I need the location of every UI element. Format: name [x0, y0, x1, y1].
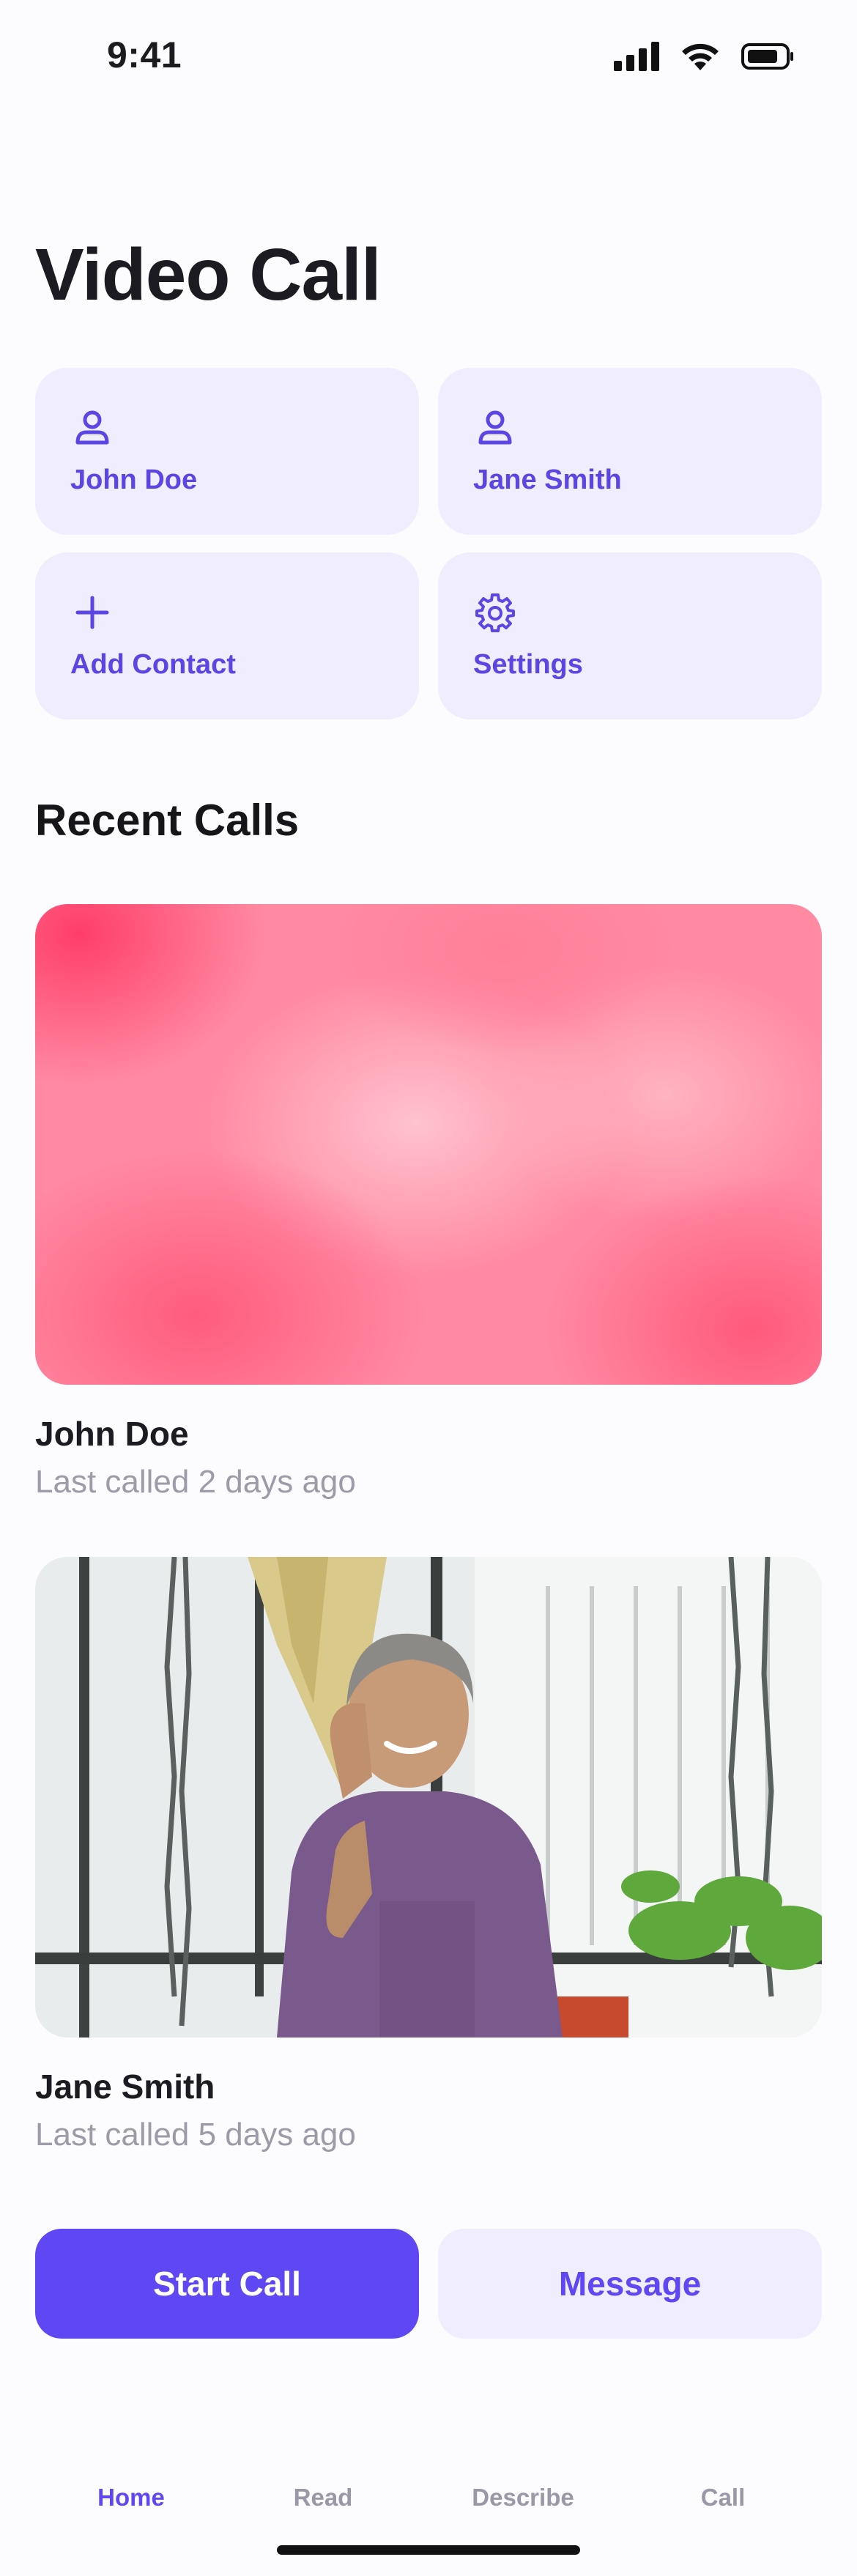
tile-label: John Doe — [70, 465, 198, 495]
plus-icon — [75, 596, 109, 629]
message-button[interactable]: Message — [438, 2229, 822, 2339]
wifi-icon — [682, 43, 719, 70]
call-last-called: Last called 2 days ago — [35, 1464, 356, 1500]
tab-read[interactable]: Read — [294, 2484, 353, 2512]
recent-call-card-john-doe[interactable]: John Doe Last called 2 days ago — [35, 904, 822, 1500]
recent-calls-heading: Recent Calls — [35, 796, 300, 845]
tile-label: Settings — [473, 649, 583, 680]
tile-label: Add Contact — [70, 649, 236, 680]
call-last-called: Last called 5 days ago — [35, 2117, 356, 2153]
person-icon — [75, 410, 109, 445]
call-contact-name: John Doe — [35, 1415, 189, 1453]
call-contact-name: Jane Smith — [35, 2068, 215, 2106]
tab-describe[interactable]: Describe — [472, 2484, 574, 2512]
tab-home[interactable]: Home — [97, 2484, 165, 2512]
call-photo-woman-on-phone[interactable] — [35, 1557, 822, 2038]
start-call-button[interactable]: Start Call — [35, 2229, 419, 2339]
status-time: 9:41 — [107, 34, 182, 75]
call-photo-pink-clouds[interactable] — [35, 904, 822, 1385]
tab-call[interactable]: Call — [701, 2484, 746, 2512]
gear-icon — [475, 593, 515, 632]
status-icons — [614, 41, 794, 72]
contact-tile-jane-smith[interactable]: Jane Smith — [438, 368, 822, 535]
cellular-signal-icon — [614, 42, 659, 71]
tile-label: Jane Smith — [473, 465, 622, 495]
settings-tile[interactable]: Settings — [438, 552, 822, 719]
page-title: Video Call — [35, 234, 382, 316]
home-indicator — [277, 2545, 580, 2555]
tab-bar: Home Read Describe Call — [0, 2469, 857, 2528]
battery-icon — [741, 43, 793, 70]
quick-tiles: John Doe Jane Smith Add Contact Settings — [35, 368, 822, 719]
contact-tile-john-doe[interactable]: John Doe — [35, 368, 419, 535]
woman-on-phone-illustration — [35, 1557, 822, 2038]
person-icon — [478, 410, 512, 445]
add-contact-tile[interactable]: Add Contact — [35, 552, 419, 719]
call-actions: Start Call Message — [35, 2229, 822, 2339]
recent-call-card-jane-smith[interactable]: Jane Smith Last called 5 days ago — [35, 1557, 822, 2153]
video-call-screen: 9:41 Video Call John Doe Jane Smith Add … — [0, 0, 857, 2576]
status-bar: 9:41 — [0, 0, 857, 117]
